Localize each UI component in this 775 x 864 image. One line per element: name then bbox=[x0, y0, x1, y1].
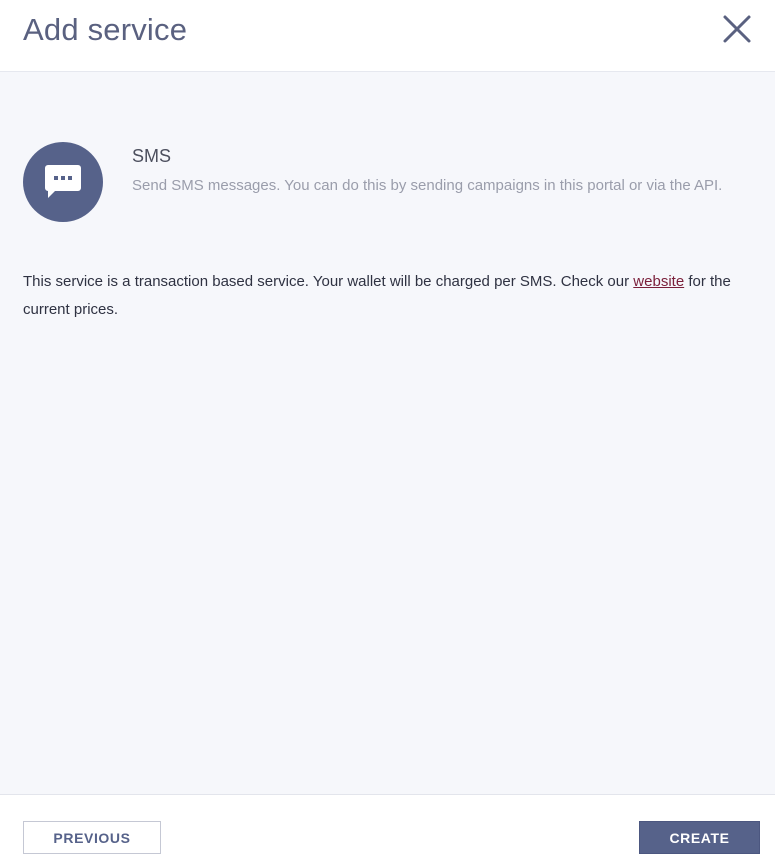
previous-button[interactable]: PREVIOUS bbox=[23, 821, 161, 854]
create-button[interactable]: CREATE bbox=[639, 821, 760, 854]
dialog-title: Add service bbox=[23, 12, 188, 47]
service-description: Send SMS messages. You can do this by se… bbox=[132, 177, 723, 194]
dialog-header: Add service bbox=[0, 0, 775, 72]
info-text-before: This service is a transaction based serv… bbox=[23, 273, 634, 290]
dialog-footer: PREVIOUS CREATE bbox=[0, 794, 775, 864]
chat-bubble-icon bbox=[45, 165, 81, 198]
service-avatar bbox=[23, 142, 103, 222]
dialog-body: SMS Send SMS messages. You can do this b… bbox=[0, 72, 775, 794]
website-link[interactable]: website bbox=[633, 273, 684, 290]
close-icon[interactable] bbox=[720, 12, 754, 46]
service-name: SMS bbox=[132, 146, 172, 166]
service-info-text: This service is a transaction based serv… bbox=[23, 268, 758, 324]
add-service-dialog: Add service SMS Send SMS messages. You c… bbox=[0, 0, 775, 864]
